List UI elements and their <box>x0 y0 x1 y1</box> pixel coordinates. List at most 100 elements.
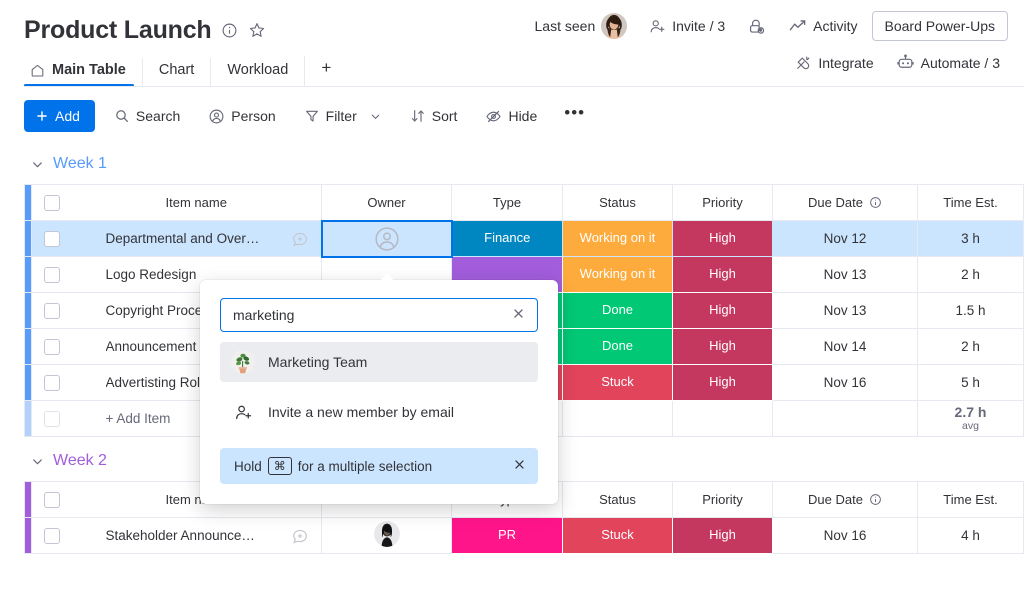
select-all-header[interactable] <box>32 185 72 221</box>
search-button[interactable]: Search <box>105 102 189 130</box>
row-checkbox[interactable] <box>44 528 60 544</box>
cell-item-name[interactable]: Departmental and Over… <box>72 221 322 257</box>
chevron-down-icon[interactable] <box>30 157 45 172</box>
column-header-status[interactable]: Status <box>563 185 673 221</box>
cell-priority[interactable]: High <box>673 365 773 401</box>
add-view-button[interactable]: + <box>304 56 345 86</box>
cell-item-name[interactable]: Stakeholder Announce… <box>72 518 322 554</box>
cell-priority[interactable]: High <box>673 293 773 329</box>
last-seen[interactable]: Last seen <box>527 8 636 44</box>
cell-status[interactable]: Working on it <box>563 257 673 293</box>
tab-chart[interactable]: Chart <box>142 58 210 86</box>
owner-search-box[interactable] <box>220 298 538 332</box>
row-checkbox-cell[interactable] <box>32 293 72 329</box>
row-checkbox-cell[interactable] <box>32 365 72 401</box>
hint-prefix: Hold <box>234 459 262 474</box>
cell-status[interactable]: Stuck <box>563 365 673 401</box>
info-circle-icon[interactable] <box>869 493 882 506</box>
cell-due-date[interactable]: Nov 16 <box>773 365 918 401</box>
cell-status[interactable]: Done <box>563 293 673 329</box>
avatar[interactable] <box>601 13 627 39</box>
column-header-type[interactable]: Type <box>452 185 563 221</box>
cell-priority[interactable]: High <box>673 221 773 257</box>
permissions-button[interactable] <box>739 12 774 41</box>
row-checkbox[interactable] <box>44 339 60 355</box>
group-title[interactable]: Week 1 <box>53 155 107 173</box>
cell-due-date[interactable]: Nov 13 <box>773 257 918 293</box>
cell-priority[interactable]: High <box>673 518 773 554</box>
row-checkbox[interactable] <box>44 231 60 247</box>
chevron-down-icon[interactable] <box>369 110 382 123</box>
invite-button[interactable]: Invite / 3 <box>641 13 733 40</box>
column-header-priority[interactable]: Priority <box>673 482 773 518</box>
clear-x-icon[interactable] <box>510 307 527 323</box>
column-header-owner[interactable]: Owner <box>322 185 452 221</box>
owner-option-invite-by-email[interactable]: Invite a new member by email <box>220 392 538 432</box>
info-circle-icon[interactable] <box>221 22 238 39</box>
group-header: Week 1 <box>30 144 1024 184</box>
cell-due-date[interactable]: Nov 12 <box>773 221 918 257</box>
column-header-status[interactable]: Status <box>563 482 673 518</box>
activity-button[interactable]: Activity <box>780 12 865 41</box>
info-circle-icon[interactable] <box>869 196 882 209</box>
tab-workload[interactable]: Workload <box>210 58 304 86</box>
add-update-icon[interactable] <box>291 230 309 248</box>
chevron-down-icon[interactable] <box>30 454 45 469</box>
row-checkbox[interactable] <box>44 375 60 391</box>
select-all-header[interactable] <box>32 482 72 518</box>
owner-option-marketing-team[interactable]: Marketing Team <box>220 342 538 382</box>
close-icon[interactable] <box>513 458 526 474</box>
cell-status[interactable]: Stuck <box>563 518 673 554</box>
row-checkbox-cell <box>32 401 72 437</box>
cell-owner[interactable] <box>322 518 452 554</box>
tab-main-table[interactable]: Main Table <box>24 58 142 86</box>
cell-type[interactable]: PR <box>452 518 563 554</box>
column-header-item-name[interactable]: Item name <box>72 185 322 221</box>
add-button[interactable]: Add <box>24 100 95 132</box>
person-filter-button[interactable]: Person <box>199 102 284 131</box>
cell-time-est[interactable]: 2 h <box>918 257 1024 293</box>
column-header-time-est[interactable]: Time Est. <box>918 185 1024 221</box>
hide-button[interactable]: Hide <box>476 102 546 131</box>
select-all-checkbox[interactable] <box>44 492 60 508</box>
cell-type[interactable]: Finance <box>452 221 563 257</box>
row-checkbox-cell[interactable] <box>32 518 72 554</box>
board-power-ups-button[interactable]: Board Power-Ups <box>872 11 1009 41</box>
owner-search-input[interactable] <box>233 307 510 323</box>
table-row[interactable]: Stakeholder Announce… <box>25 518 1024 554</box>
cell-status[interactable]: Working on it <box>563 221 673 257</box>
sort-button[interactable]: Sort <box>401 102 467 130</box>
add-update-icon[interactable] <box>291 527 309 545</box>
cell-time-est[interactable]: 5 h <box>918 365 1024 401</box>
column-header-time-est[interactable]: Time Est. <box>918 482 1024 518</box>
cell-due-date[interactable]: Nov 14 <box>773 329 918 365</box>
filter-button[interactable]: Filter <box>295 102 391 130</box>
column-header-due-date[interactable]: Due Date <box>773 482 918 518</box>
cell-time-est[interactable]: 2 h <box>918 329 1024 365</box>
cell-time-est[interactable]: 1.5 h <box>918 293 1024 329</box>
cell-status[interactable]: Done <box>563 329 673 365</box>
column-header-priority[interactable]: Priority <box>673 185 773 221</box>
table-row[interactable]: Departmental and Over… <box>25 221 1024 257</box>
row-checkbox-cell[interactable] <box>32 329 72 365</box>
cell-priority[interactable]: High <box>673 257 773 293</box>
row-checkbox[interactable] <box>44 303 60 319</box>
row-checkbox-cell[interactable] <box>32 221 72 257</box>
column-header-due-date[interactable]: Due Date <box>773 185 918 221</box>
star-icon[interactable] <box>248 21 266 39</box>
group-title[interactable]: Week 2 <box>53 452 107 470</box>
owner-placeholder-icon[interactable] <box>323 226 451 252</box>
cell-time-est[interactable]: 4 h <box>918 518 1024 554</box>
cell-due-date[interactable]: Nov 13 <box>773 293 918 329</box>
status-badge: Working on it <box>563 221 672 256</box>
cell-due-date[interactable]: Nov 16 <box>773 518 918 554</box>
row-checkbox-cell[interactable] <box>32 257 72 293</box>
cell-owner-selected[interactable] <box>322 221 452 257</box>
cell-time-est[interactable]: 3 h <box>918 221 1024 257</box>
multi-select-hint: Hold ⌘ for a multiple selection <box>220 448 538 484</box>
row-checkbox[interactable] <box>44 267 60 283</box>
more-options-button[interactable]: ••• <box>556 101 593 131</box>
avatar[interactable] <box>374 521 400 547</box>
select-all-checkbox[interactable] <box>44 195 60 211</box>
cell-priority[interactable]: High <box>673 329 773 365</box>
